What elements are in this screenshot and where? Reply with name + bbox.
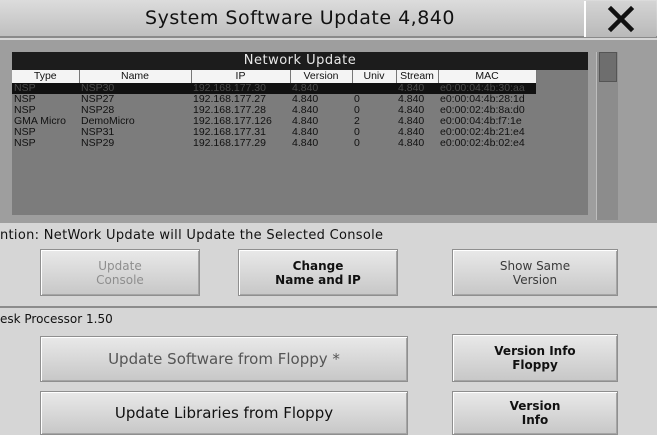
cell-stream: 4.840 xyxy=(398,137,425,149)
window-title: System Software Update 4,840 xyxy=(145,7,455,29)
show-same-label-2: Version xyxy=(512,272,558,287)
update-notice: ntion: NetWork Update will Update the Se… xyxy=(0,228,384,243)
network-update-panel: Network Update Type Name IP Version Univ… xyxy=(0,40,657,223)
version-info-floppy-label-1: Version Info xyxy=(494,344,576,358)
section-divider xyxy=(0,306,657,308)
version-info-label-1: Version xyxy=(509,399,561,413)
cell-type: NSP xyxy=(14,137,36,149)
update-software-floppy-button[interactable]: Update Software from Floppy * xyxy=(40,336,408,382)
show-same-label-1: Show Same xyxy=(499,258,571,273)
network-table: Type Name IP Version Univ Stream MAC NSP… xyxy=(12,70,537,149)
cell-univ: 0 xyxy=(354,137,360,149)
cell-version: 4.840 xyxy=(292,137,319,149)
update-console-button[interactable]: Update Console xyxy=(40,249,200,296)
change-name-label-2: Name and IP xyxy=(275,272,361,287)
column-header-univ[interactable]: Univ xyxy=(352,70,397,83)
update-software-floppy-label: Update Software from Floppy * xyxy=(108,350,340,368)
cell-ip: 192.168.177.29 xyxy=(193,137,266,149)
table-row[interactable]: NSP NSP29 192.168.177.29 4.840 0 4.840 e… xyxy=(12,138,536,149)
network-update-title: Network Update xyxy=(12,52,588,70)
version-info-floppy-label-2: Floppy xyxy=(512,358,558,372)
desk-processor-label: esk Processor 1.50 xyxy=(0,312,113,326)
version-info-floppy-button[interactable]: Version Info Floppy xyxy=(452,334,618,382)
cell-mac: e0:00:02:4b:02:e4 xyxy=(440,137,525,149)
version-info-button[interactable]: Version Info xyxy=(452,391,618,435)
cell-name: NSP29 xyxy=(81,137,115,149)
version-info-label-2: Info xyxy=(521,413,549,427)
show-same-version-button[interactable]: Show Same Version xyxy=(452,249,618,296)
network-table-area: Network Update Type Name IP Version Univ… xyxy=(12,52,588,215)
close-icon xyxy=(607,5,635,33)
scrollbar-thumb[interactable] xyxy=(599,52,617,82)
title-bar: System Software Update 4,840 xyxy=(0,0,657,38)
update-libraries-floppy-label: Update Libraries from Floppy xyxy=(114,404,334,422)
change-name-ip-button[interactable]: Change Name and IP xyxy=(238,249,398,296)
close-button[interactable] xyxy=(584,1,656,37)
update-console-label-1: Update xyxy=(98,258,142,273)
table-scrollbar[interactable] xyxy=(596,52,618,220)
update-console-label-2: Console xyxy=(96,272,144,287)
change-name-label-1: Change xyxy=(292,258,344,273)
update-libraries-floppy-button[interactable]: Update Libraries from Floppy xyxy=(40,391,408,435)
